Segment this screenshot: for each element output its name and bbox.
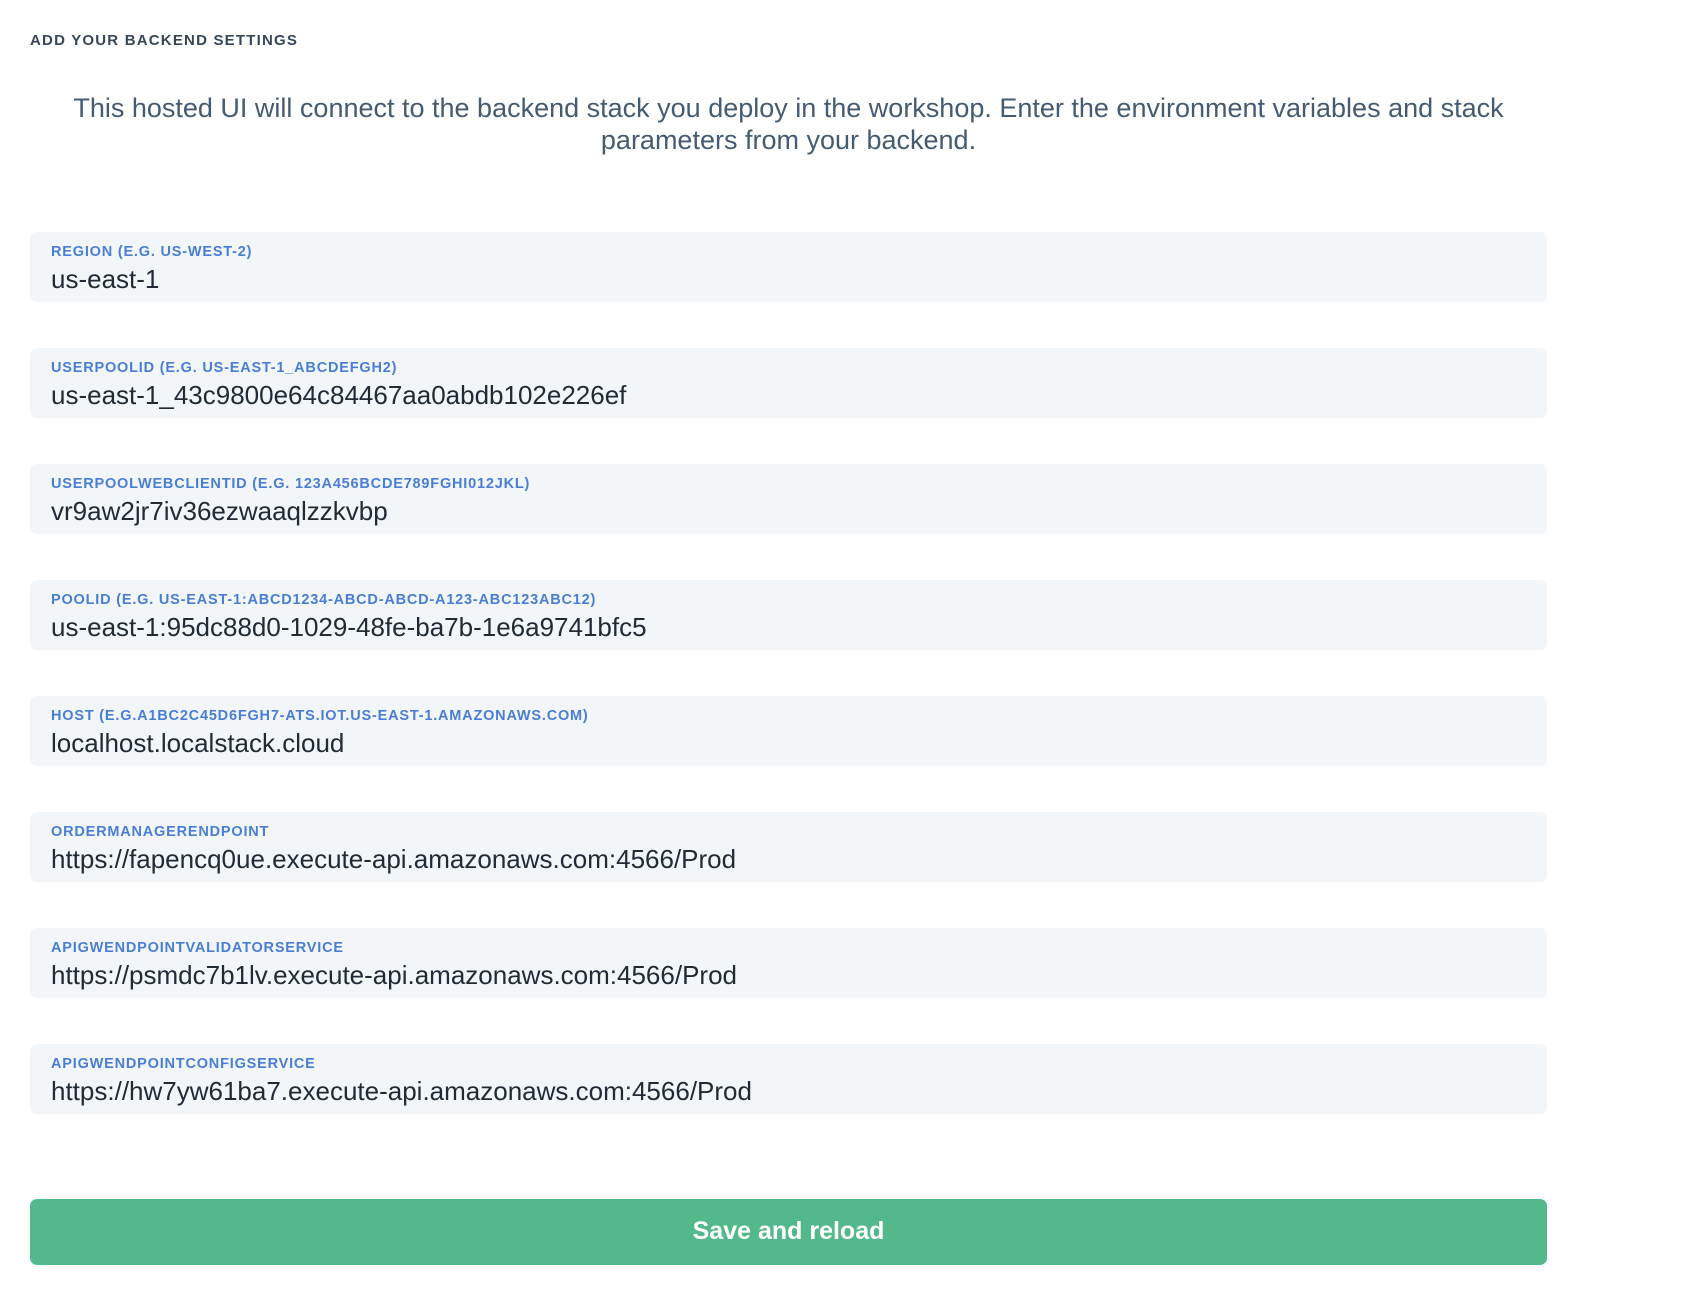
field-poolid-label: POOLID (E.G. US-EAST-1:ABCD1234-ABCD-ABC… — [51, 593, 1526, 609]
field-userpoolid-label: USERPOOLID (E.G. US-EAST-1_ABCDEFGH2) — [51, 361, 1526, 377]
field-poolid[interactable]: POOLID (E.G. US-EAST-1:ABCD1234-ABCD-ABC… — [30, 580, 1547, 650]
field-ordermanagerendpoint-label: ORDERMANAGERENDPOINT — [51, 825, 1526, 841]
field-ordermanagerendpoint[interactable]: ORDERMANAGERENDPOINT — [30, 812, 1547, 882]
backend-settings-page: ADD YOUR BACKEND SETTINGS This hosted UI… — [30, 0, 1547, 1265]
save-and-reload-button[interactable]: Save and reload — [30, 1199, 1547, 1265]
field-region-input[interactable] — [51, 264, 1526, 295]
field-userpoolwebclientid-input[interactable] — [51, 496, 1526, 527]
field-userpoolwebclientid[interactable]: USERPOOLWEBCLIENTID (E.G. 123A456BCDE789… — [30, 464, 1547, 534]
field-region[interactable]: REGION (E.G. US-WEST-2) — [30, 232, 1547, 302]
field-userpoolwebclientid-label: USERPOOLWEBCLIENTID (E.G. 123A456BCDE789… — [51, 477, 1526, 493]
field-region-label: REGION (E.G. US-WEST-2) — [51, 245, 1526, 261]
field-apigwendpointconfigservice-input[interactable] — [51, 1076, 1526, 1107]
backend-settings-form: REGION (E.G. US-WEST-2) USERPOOLID (E.G.… — [30, 232, 1547, 1265]
field-apigwendpointvalidatorservice-label: APIGWENDPOINTVALIDATORSERVICE — [51, 941, 1526, 957]
field-host-input[interactable] — [51, 728, 1526, 759]
page-description: This hosted UI will connect to the backe… — [39, 93, 1539, 157]
field-host[interactable]: HOST (E.G.A1BC2C45D6FGH7-ATS.IOT.US-EAST… — [30, 696, 1547, 766]
field-apigwendpointvalidatorservice[interactable]: APIGWENDPOINTVALIDATORSERVICE — [30, 928, 1547, 998]
field-apigwendpointvalidatorservice-input[interactable] — [51, 960, 1526, 991]
field-userpoolid[interactable]: USERPOOLID (E.G. US-EAST-1_ABCDEFGH2) — [30, 348, 1547, 418]
field-apigwendpointconfigservice-label: APIGWENDPOINTCONFIGSERVICE — [51, 1057, 1526, 1073]
field-apigwendpointconfigservice[interactable]: APIGWENDPOINTCONFIGSERVICE — [30, 1044, 1547, 1114]
field-ordermanagerendpoint-input[interactable] — [51, 844, 1526, 875]
field-userpoolid-input[interactable] — [51, 380, 1526, 411]
page-title: ADD YOUR BACKEND SETTINGS — [30, 32, 1547, 49]
field-poolid-input[interactable] — [51, 612, 1526, 643]
field-host-label: HOST (E.G.A1BC2C45D6FGH7-ATS.IOT.US-EAST… — [51, 709, 1526, 725]
